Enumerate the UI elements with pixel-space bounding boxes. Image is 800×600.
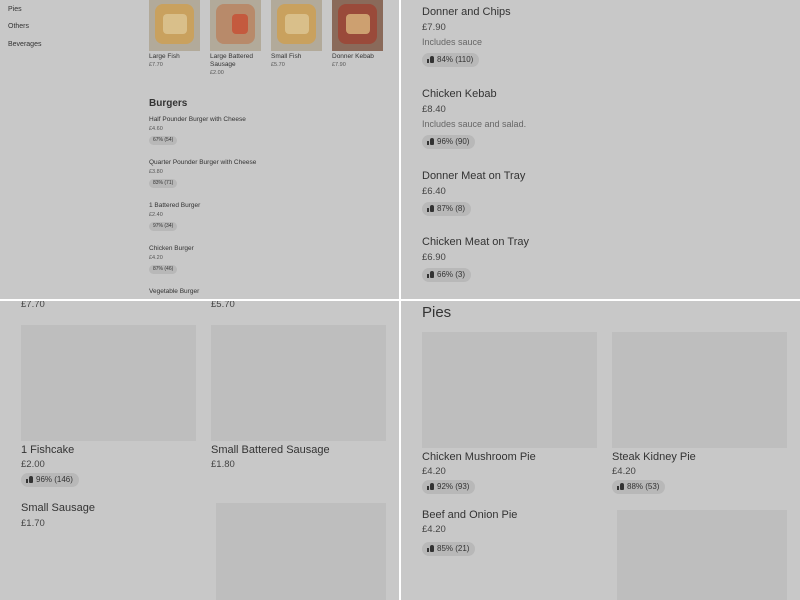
- category-link-beverages[interactable]: Beverages: [8, 41, 41, 48]
- rating-badge: 87% (46): [149, 265, 178, 274]
- category-link-pies[interactable]: Pies: [8, 6, 22, 13]
- popular-item-name[interactable]: Donner Kebab: [332, 53, 388, 61]
- rating-badge: 67% (54): [149, 136, 178, 145]
- rating-badge: 97% (34): [149, 222, 178, 231]
- menu-item-price: £1.80: [211, 459, 235, 470]
- section-heading-burgers: Burgers: [149, 98, 188, 109]
- popular-item-name[interactable]: Large Battered Sausage: [210, 53, 266, 69]
- item-image-placeholder[interactable]: [617, 510, 787, 600]
- menu-item-price: £7.70: [21, 301, 45, 310]
- menu-item-price: £4.60: [149, 126, 163, 132]
- menu-item-price: £2.40: [149, 212, 163, 218]
- rating-badge: 96% (146): [21, 473, 79, 487]
- item-image-large-battered-sausage[interactable]: [210, 0, 261, 51]
- thumbs-up-icon: [427, 56, 434, 63]
- rating-badge: 87% (8): [422, 202, 472, 216]
- menu-item-name[interactable]: Chicken Meat on Tray: [422, 236, 529, 248]
- item-image-placeholder[interactable]: [422, 332, 597, 448]
- rating-badge: 88% (53): [612, 480, 666, 494]
- menu-item-price: £7.90: [422, 22, 446, 33]
- menu-item-price: £4.20: [149, 255, 163, 261]
- menu-item-name[interactable]: Donner and Chips: [422, 6, 511, 18]
- thumbs-up-icon: [427, 545, 434, 552]
- menu-item-name[interactable]: 1 Fishcake: [21, 444, 74, 456]
- thumbs-up-icon: [427, 205, 434, 212]
- rating-badge: 84% (110): [422, 53, 480, 67]
- menu-item-name[interactable]: Donner Meat on Tray: [422, 170, 525, 182]
- popular-item-price: £2.00: [210, 70, 224, 76]
- menu-item-price: £4.20: [422, 466, 446, 477]
- panel-fish: £7.70 £5.70 1 Fishcake £2.00 96% (146) S…: [0, 301, 399, 600]
- thumbs-up-icon: [617, 483, 624, 490]
- item-image-placeholder[interactable]: [612, 332, 787, 448]
- menu-item-name[interactable]: Half Pounder Burger with Cheese: [149, 116, 246, 123]
- rating-badge: 85% (21): [422, 542, 476, 556]
- menu-item-name[interactable]: Steak Kidney Pie: [612, 451, 696, 463]
- item-image-small-fish[interactable]: [271, 0, 322, 51]
- rating-badge: 83% (71): [149, 179, 178, 188]
- item-image-placeholder[interactable]: [216, 503, 386, 600]
- menu-item-price: £2.00: [21, 459, 45, 470]
- rating-badge: 66% (3): [422, 268, 472, 282]
- menu-item-price: £4.20: [612, 466, 636, 477]
- menu-item-name[interactable]: Chicken Mushroom Pie: [422, 451, 536, 463]
- popular-item-price: £5.70: [271, 62, 285, 68]
- menu-item-name[interactable]: Small Battered Sausage: [211, 444, 330, 456]
- menu-item-name[interactable]: 1 Battered Burger: [149, 202, 200, 209]
- section-heading-pies: Pies: [422, 304, 452, 321]
- popular-item-name[interactable]: Large Fish: [149, 53, 205, 61]
- thumbs-up-icon: [427, 138, 434, 145]
- menu-item-price: £4.20: [422, 524, 446, 535]
- panel-popular-and-burgers: Pies Others Beverages Large Fish £7.70 L…: [0, 0, 399, 299]
- rating-badge: 92% (93): [422, 480, 476, 494]
- thumbs-up-icon: [427, 271, 434, 278]
- menu-item-price: £3.80: [149, 169, 163, 175]
- thumbs-up-icon: [26, 476, 33, 483]
- menu-item-name[interactable]: Beef and Onion Pie: [422, 509, 517, 521]
- item-image-donner-kebab[interactable]: [332, 0, 383, 51]
- menu-item-name[interactable]: Chicken Kebab: [422, 88, 497, 100]
- item-image-placeholder[interactable]: [21, 325, 196, 441]
- panel-kebabs: Donner and Chips £7.90 Includes sauce 84…: [401, 0, 800, 299]
- menu-item-name[interactable]: Quarter Pounder Burger with Cheese: [149, 159, 256, 166]
- menu-item-description: Includes sauce and salad.: [422, 119, 527, 129]
- menu-item-name[interactable]: Vegetable Burger: [149, 288, 199, 295]
- menu-item-price: £1.70: [21, 518, 45, 529]
- popular-item-name[interactable]: Small Fish: [271, 53, 327, 61]
- rating-badge: 96% (90): [422, 135, 476, 149]
- menu-item-price: £5.70: [211, 301, 235, 310]
- menu-item-price: £6.90: [422, 252, 446, 263]
- menu-item-price: £8.40: [422, 104, 446, 115]
- category-link-others[interactable]: Others: [8, 23, 29, 30]
- item-image-placeholder[interactable]: [211, 325, 386, 441]
- menu-item-price: £6.40: [422, 186, 446, 197]
- item-image-large-fish[interactable]: [149, 0, 200, 51]
- popular-item-price: £7.90: [332, 62, 346, 68]
- menu-item-name[interactable]: Chicken Burger: [149, 245, 194, 252]
- menu-item-description: Includes sauce: [422, 37, 483, 47]
- panel-pies: Pies Chicken Mushroom Pie £4.20 92% (93)…: [401, 301, 800, 600]
- popular-item-price: £7.70: [149, 62, 163, 68]
- menu-item-name[interactable]: Small Sausage: [21, 502, 95, 514]
- thumbs-up-icon: [427, 483, 434, 490]
